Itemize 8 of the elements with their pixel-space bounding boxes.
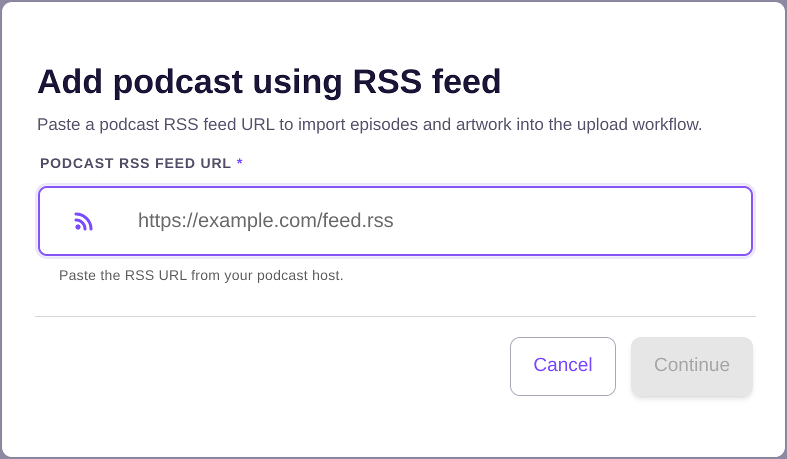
url-field[interactable]: https://example.com/feed.rss	[38, 186, 753, 256]
helper-text: Paste the RSS URL from your podcast host.	[58, 266, 345, 285]
rss-icon	[74, 211, 94, 231]
dialog-description: Paste a podcast RSS feed URL to import episodes and artwork into the upload workflow.	[36, 114, 704, 136]
required-mark: *	[236, 154, 242, 173]
field-label: PODCAST RSS FEED URL	[40, 154, 232, 173]
cancel-button[interactable]: Cancel	[510, 337, 616, 396]
dialog-title: Add podcast using RSS feed	[36, 62, 503, 103]
